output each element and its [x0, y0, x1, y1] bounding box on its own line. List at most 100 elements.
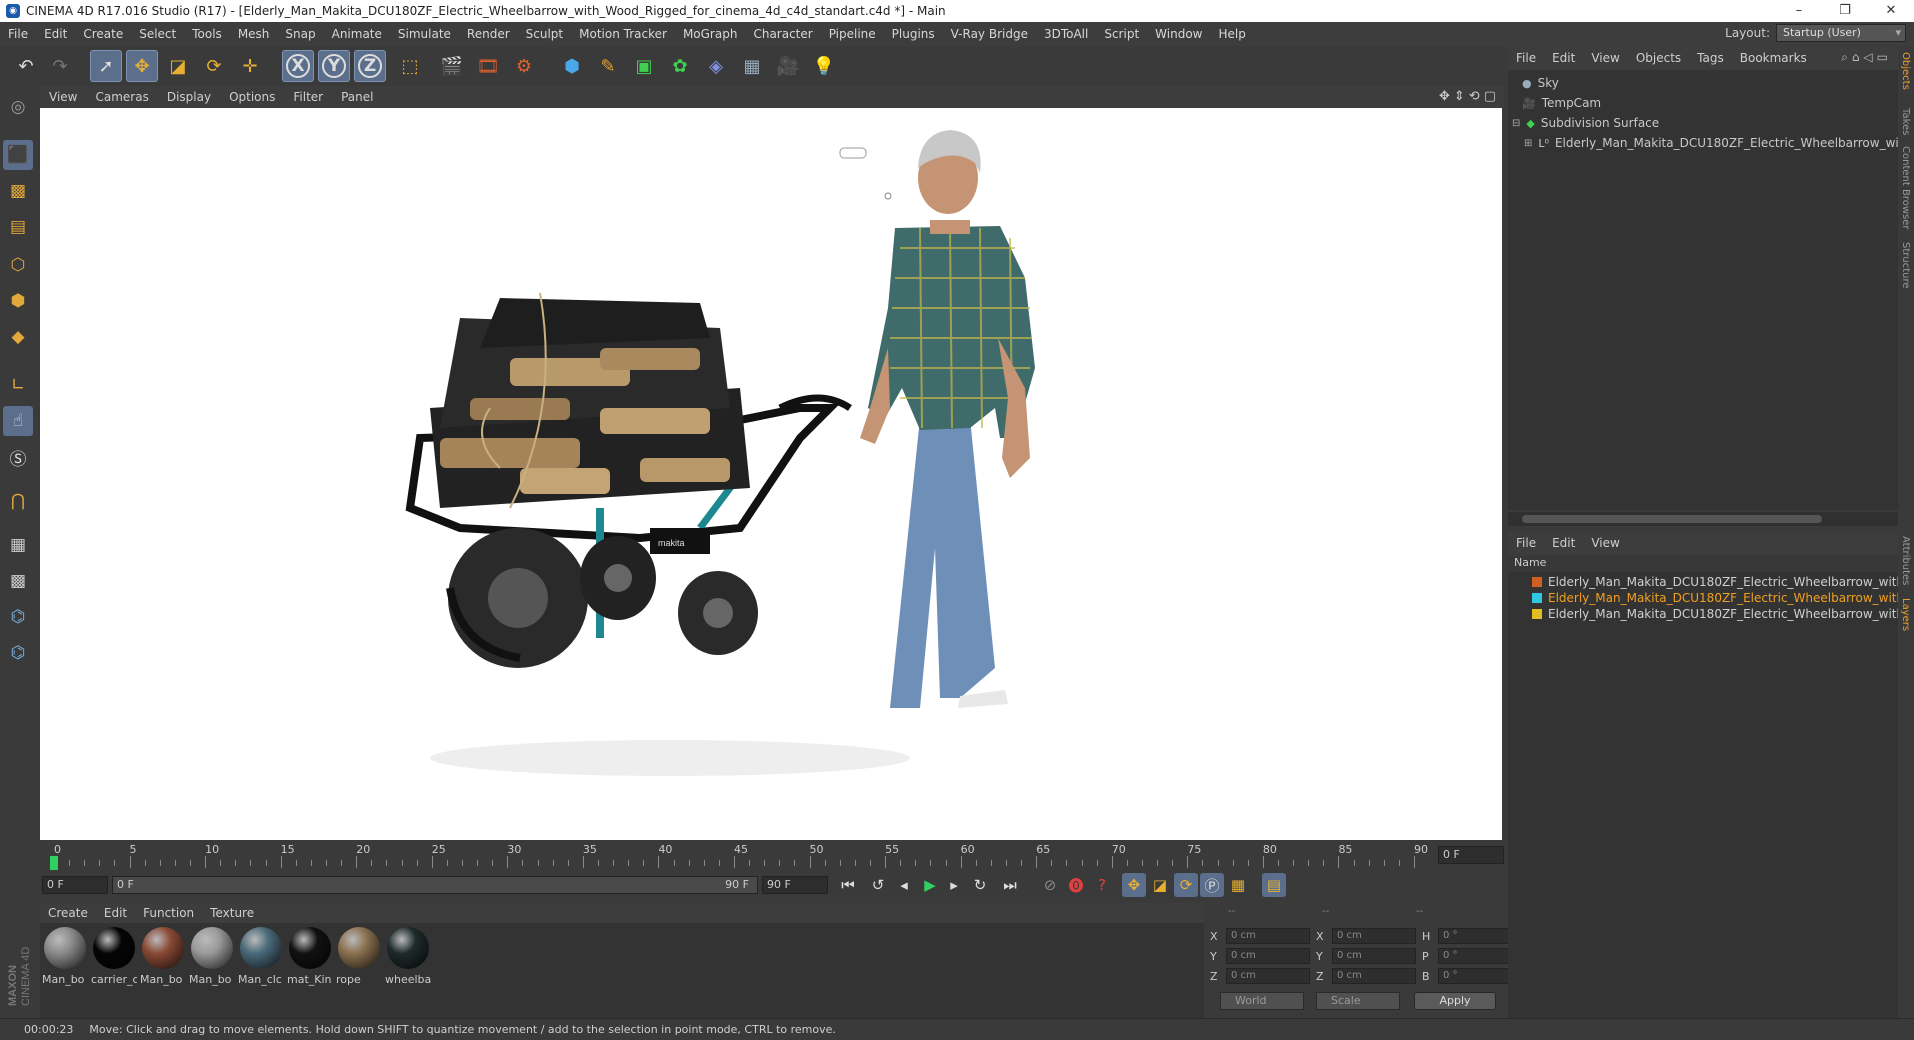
material-item[interactable]: mat_Kin	[287, 927, 333, 986]
rotation-p-field[interactable]: 0 °	[1438, 948, 1516, 964]
menu-file[interactable]: File	[0, 27, 36, 41]
menu-mograph[interactable]: MoGraph	[675, 27, 746, 41]
3d-viewport[interactable]: makita	[40, 108, 1502, 840]
record-active-icon[interactable]: ⊘	[1038, 873, 1062, 897]
points-mode-icon[interactable]: ⬡	[3, 250, 33, 280]
camera-icon[interactable]: 🎥	[772, 50, 804, 82]
material-menu-create[interactable]: Create	[40, 906, 96, 920]
menu-simulate[interactable]: Simulate	[390, 27, 459, 41]
viewport-menu-cameras[interactable]: Cameras	[86, 90, 157, 104]
key-scale-icon[interactable]: ◪	[1148, 873, 1172, 897]
z-axis-icon[interactable]: Z	[354, 50, 386, 82]
timeline-frame-field[interactable]: 0 F	[1438, 846, 1504, 864]
menu-motion-tracker[interactable]: Motion Tracker	[571, 27, 675, 41]
menu-help[interactable]: Help	[1210, 27, 1253, 41]
spline-pen-icon[interactable]: ✎	[592, 50, 624, 82]
menu-edit[interactable]: Edit	[36, 27, 75, 41]
material-item[interactable]: carrier_c	[91, 927, 137, 986]
max-frame-field[interactable]: 90 F	[762, 876, 828, 894]
menu-script[interactable]: Script	[1096, 27, 1147, 41]
viewport-menu-view[interactable]: View	[40, 90, 86, 104]
viewport-menu-panel[interactable]: Panel	[332, 90, 382, 104]
select-tool-icon[interactable]: ➚	[90, 50, 122, 82]
viewport-rotate-icon[interactable]: ⟲	[1469, 89, 1480, 104]
material-item[interactable]: Man_bo	[189, 927, 235, 986]
y-axis-icon[interactable]: Y	[318, 50, 350, 82]
workplane-lock-icon[interactable]: ▦	[3, 530, 33, 560]
coord-system-dropdown[interactable]: World	[1220, 992, 1304, 1010]
timeline-window-icon[interactable]: ▤	[1262, 873, 1286, 897]
object-list-scrollbar[interactable]	[1508, 512, 1898, 526]
render-settings-icon[interactable]: ⚙	[508, 50, 540, 82]
menu-sculpt[interactable]: Sculpt	[518, 27, 571, 41]
menu-mesh[interactable]: Mesh	[230, 27, 278, 41]
menu-render[interactable]: Render	[459, 27, 518, 41]
menu-window[interactable]: Window	[1147, 27, 1210, 41]
go-to-start-icon[interactable]: ⏮	[836, 873, 860, 897]
viewport-menu-display[interactable]: Display	[158, 90, 220, 104]
render-view-icon[interactable]: 🎬	[436, 50, 468, 82]
play-icon[interactable]: ▶	[918, 873, 942, 897]
frame-range-slider[interactable]: 0 F 90 F	[112, 876, 758, 894]
viewport-zoom-icon[interactable]: ⇕	[1454, 89, 1465, 104]
viewport-menu-filter[interactable]: Filter	[284, 90, 332, 104]
key-rotation-icon[interactable]: ⟳	[1174, 873, 1198, 897]
previous-frame-icon[interactable]: ◂	[892, 873, 916, 897]
layer-menu-view[interactable]: View	[1583, 536, 1627, 550]
timeline[interactable]: 0 5 10 15 20 25 30 35 40 45 50 55 60 65 70 75 80 85 90 0 F	[40, 842, 1504, 872]
object-manager-nav-icons[interactable]: ⌕⌂◁▭	[1841, 50, 1892, 65]
edges-mode-icon[interactable]: ⬢	[3, 286, 33, 316]
polygons-mode-icon[interactable]: ◆	[3, 322, 33, 352]
current-frame-field[interactable]: 0 F	[42, 876, 108, 894]
layer-color-swatch[interactable]	[1532, 577, 1542, 587]
object-row[interactable]: ⊞ L⁰ Elderly_Man_Makita_DCU180ZF_Electri…	[1524, 134, 1914, 152]
timeline-ruler[interactable]: 0 5 10 15 20 25 30 35 40 45 50 55 60 65 70 75 80 85 90	[50, 842, 1430, 872]
render-picture-viewer-icon[interactable]: 🎞	[472, 50, 504, 82]
rotation-h-field[interactable]: 0 °	[1438, 928, 1516, 944]
coord-size-mode-dropdown[interactable]: Scale	[1316, 992, 1400, 1010]
key-position-icon[interactable]: ✥	[1122, 873, 1146, 897]
rotate-tool-icon[interactable]: ⟳	[198, 50, 230, 82]
object-menu-bookmarks[interactable]: Bookmarks	[1732, 51, 1815, 65]
object-row[interactable]: ● Sky	[1522, 74, 1559, 92]
python-icon[interactable]: ⌬	[3, 602, 33, 632]
object-menu-view[interactable]: View	[1583, 51, 1627, 65]
keyframe-selection-icon[interactable]: ?	[1090, 873, 1114, 897]
object-menu-edit[interactable]: Edit	[1544, 51, 1583, 65]
close-button[interactable]: ✕	[1868, 0, 1914, 22]
menu-animate[interactable]: Animate	[324, 27, 390, 41]
viewport-menu-options[interactable]: Options	[220, 90, 284, 104]
snap-icon[interactable]: ⋂	[3, 486, 33, 516]
key-parameter-icon[interactable]: Ⓟ	[1200, 873, 1224, 897]
scrollbar-thumb[interactable]	[1522, 515, 1822, 523]
autokey-icon[interactable]: ⓿	[1064, 873, 1088, 897]
object-row[interactable]: 🎥 TempCam	[1522, 94, 1601, 112]
side-tab-layers[interactable]: Layers	[1900, 598, 1911, 631]
python-script-icon[interactable]: ⌬	[3, 638, 33, 668]
layer-color-swatch[interactable]	[1532, 609, 1542, 619]
material-item[interactable]: Man_bo	[140, 927, 186, 986]
material-item[interactable]: Man_bo	[42, 927, 88, 986]
menu-snap[interactable]: Snap	[277, 27, 323, 41]
object-menu-objects[interactable]: Objects	[1628, 51, 1689, 65]
side-tab-objects[interactable]: Objects	[1900, 52, 1911, 90]
transform-tool-icon[interactable]: ✛	[234, 50, 266, 82]
go-to-end-icon[interactable]: ⏭	[998, 873, 1022, 897]
side-tab-structure[interactable]: Structure	[1900, 242, 1911, 289]
position-x-field[interactable]: 0 cm	[1226, 928, 1310, 944]
coordinate-system-icon[interactable]: ⬚	[394, 50, 426, 82]
make-editable-icon[interactable]: ◎	[3, 92, 33, 122]
material-menu-texture[interactable]: Texture	[202, 906, 262, 920]
layout-select[interactable]: Startup (User)	[1776, 24, 1906, 42]
position-z-field[interactable]: 0 cm	[1226, 968, 1310, 984]
deformer-icon[interactable]: ◈	[700, 50, 732, 82]
cube-object-icon[interactable]: ⬢	[556, 50, 588, 82]
next-key-icon[interactable]: ↻	[968, 873, 992, 897]
workplane-mode-icon[interactable]: ▤	[3, 212, 33, 242]
material-item[interactable]: wheelba	[385, 927, 431, 986]
object-menu-file[interactable]: File	[1508, 51, 1544, 65]
size-x-field[interactable]: 0 cm	[1332, 928, 1416, 944]
menu-create[interactable]: Create	[75, 27, 131, 41]
undo-icon[interactable]: ↶	[10, 50, 42, 82]
material-menu-edit[interactable]: Edit	[96, 906, 135, 920]
